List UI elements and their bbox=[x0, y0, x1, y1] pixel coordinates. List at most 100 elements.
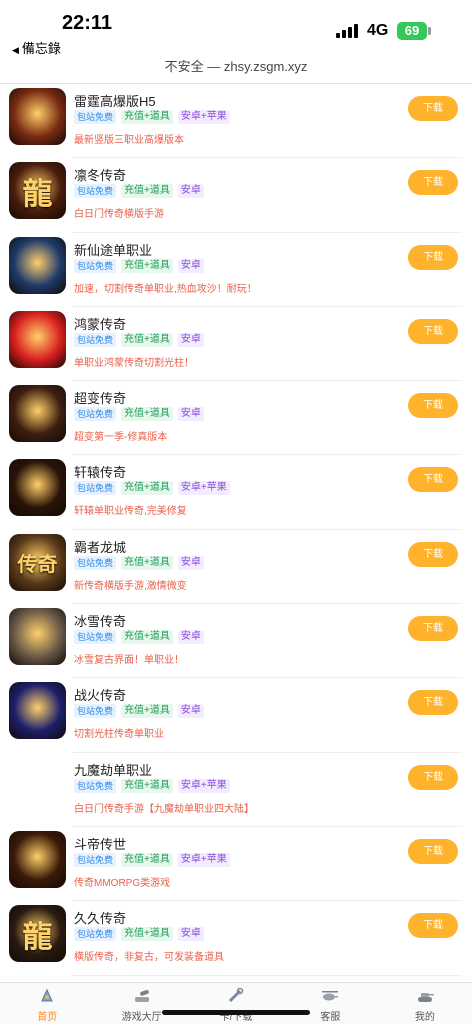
network-type: 4G bbox=[367, 22, 389, 39]
game-tags: 包站免费 充值+道具 安卓+苹果 bbox=[74, 778, 230, 793]
game-name: 鸿蒙传奇 bbox=[74, 316, 127, 332]
game-tag: 充值+道具 bbox=[121, 184, 173, 199]
tab-item[interactable]: 我的 bbox=[378, 983, 472, 1024]
game-tag: 包站免费 bbox=[74, 778, 117, 793]
download-button[interactable]: 下载 bbox=[408, 838, 458, 864]
game-name: 超变传奇 bbox=[74, 391, 127, 407]
game-tag: 充值+道具 bbox=[121, 110, 173, 124]
download-button[interactable]: 下载 bbox=[408, 244, 458, 270]
game-description: 单职业鸿蒙传奇切割光柱！ bbox=[74, 357, 194, 369]
game-tag: 安卓 bbox=[177, 704, 204, 719]
game-description: 白日门传奇手游【九魔劫单职业四大陆】 bbox=[74, 803, 254, 815]
download-button[interactable]: 下载 bbox=[408, 393, 458, 419]
game-tag: 充值+道具 bbox=[121, 778, 173, 793]
game-list-item[interactable]: 龍久久传奇 包站免费 充值+道具 安卓横版传奇，非复古，可发装备道具 下载 bbox=[0, 901, 472, 976]
status-bar: 22:11 ◀ 備忘錄 4G 69 bbox=[0, 0, 472, 56]
game-icon[interactable] bbox=[9, 385, 66, 443]
game-list-item[interactable]: 传奇 霸者龙城 包站免费 充值+道具 安卓 新传奇横版手游,激情微变 下载 bbox=[0, 530, 472, 605]
game-icon[interactable] bbox=[9, 608, 66, 666]
game-tag: 充值+道具 bbox=[121, 630, 173, 645]
cannon-icon bbox=[133, 988, 151, 1004]
game-icon[interactable] bbox=[9, 682, 66, 740]
game-name: 霸者龙城 bbox=[74, 539, 127, 555]
game-list-item[interactable]: 九魔劫单职业 包站免费 充值+道具 安卓+苹果白日门传奇手游【九魔劫单职业四大陆】 下载 bbox=[0, 753, 472, 828]
tab-item[interactable]: 卡/下载 bbox=[189, 983, 283, 1024]
tab-item[interactable]: 客服 bbox=[283, 983, 377, 1024]
game-description: 横版传奇，非复古，可发装备道具 bbox=[74, 952, 224, 964]
game-tag: 包站免费 bbox=[74, 630, 117, 645]
game-icon[interactable] bbox=[9, 236, 66, 294]
download-button[interactable]: 下载 bbox=[408, 616, 458, 642]
game-icon[interactable] bbox=[9, 459, 66, 517]
game-list: 雷霆高爆版H5 包站免费 充值+道具 安卓+苹果 最新竖版三职业高爆版本 下载龍凛冬传奇包… bbox=[0, 84, 472, 976]
download-button[interactable]: 下载 bbox=[408, 318, 458, 344]
game-tag: 安卓+苹果 bbox=[177, 110, 230, 124]
game-tag: 安卓+苹果 bbox=[177, 852, 230, 867]
game-icon[interactable] bbox=[9, 830, 66, 888]
game-name: 雷霆高爆版H5 bbox=[74, 94, 156, 109]
game-description: 加速，切割传奇单职业,热血攻沙！耐玩！ bbox=[74, 283, 257, 295]
game-tags: 包站免费 充值+道具 安卓 bbox=[74, 630, 204, 645]
game-tags: 包站免费 充值+道具 安卓 bbox=[74, 704, 204, 719]
wrench-icon bbox=[227, 987, 245, 1004]
game-tag: 充值+道具 bbox=[121, 927, 173, 942]
game-tag: 充值+道具 bbox=[121, 852, 173, 867]
cellular-signal-icon bbox=[336, 24, 360, 38]
game-tag: 安卓 bbox=[177, 555, 204, 570]
game-name: 战火传奇 bbox=[74, 688, 127, 704]
game-tag: 包站免费 bbox=[74, 852, 117, 867]
game-icon[interactable]: 龍 bbox=[9, 162, 66, 220]
download-button[interactable]: 下载 bbox=[408, 170, 458, 196]
game-name: 轩辕传奇 bbox=[74, 465, 127, 481]
game-list-item[interactable]: 新仙途单职业 包站免费 充值+道具 安卓 加速，切割传奇单职业,热血攻沙！耐玩！ 下载 bbox=[0, 233, 472, 308]
game-list-item[interactable]: 雷霆高爆版H5 包站免费 充值+道具 安卓+苹果 最新竖版三职业高爆版本 下载 bbox=[0, 84, 472, 159]
game-tags: 包站免费 充值+道具 安卓+苹果 bbox=[74, 852, 230, 867]
download-button[interactable]: 下载 bbox=[408, 764, 458, 790]
game-icon[interactable] bbox=[9, 88, 66, 145]
game-list-item[interactable]: 轩辕传奇 包站免费 充值+道具 安卓+苹果 轩辕单职业传奇,完美修复 下载 bbox=[0, 455, 472, 531]
game-tag: 包站免费 bbox=[74, 481, 117, 496]
tab-item[interactable]: 游戏大厅 bbox=[94, 983, 188, 1024]
back-triangle-icon: ◀ bbox=[12, 45, 19, 55]
game-tag: 安卓 bbox=[177, 927, 204, 942]
download-button[interactable]: 下载 bbox=[408, 96, 458, 121]
game-description: 超变第一季-修真版本 bbox=[74, 432, 168, 444]
game-tag: 包站免费 bbox=[74, 704, 117, 719]
game-tag: 包站免费 bbox=[74, 332, 117, 347]
game-tags: 包站免费 充值+道具 安卓 bbox=[74, 927, 204, 942]
game-tags: 包站免费 充值+道具 安卓 bbox=[74, 407, 204, 422]
game-tag: 包站免费 bbox=[74, 927, 117, 942]
game-icon[interactable]: 传奇 bbox=[9, 533, 66, 591]
game-tag: 充值+道具 bbox=[121, 258, 173, 273]
game-tag: 安卓+苹果 bbox=[177, 481, 230, 496]
game-icon[interactable] bbox=[9, 310, 66, 368]
game-tag: 安卓 bbox=[177, 407, 204, 422]
game-list-item[interactable]: 战火传奇 包站免费 充值+道具 安卓 切割光柱传奇单职业 下载 bbox=[0, 678, 472, 753]
game-icon[interactable] bbox=[9, 756, 66, 814]
download-button[interactable]: 下载 bbox=[408, 467, 458, 493]
game-name: 九魔劫单职业 bbox=[74, 762, 153, 778]
game-name: 新仙途单职业 bbox=[74, 242, 153, 258]
game-list-item[interactable]: 斗帝传世 包站免费 充值+道具 安卓+苹果 传奇MMORPG类游戏 下载 bbox=[0, 827, 472, 902]
home-indicator[interactable] bbox=[162, 1010, 310, 1015]
game-tag: 包站免费 bbox=[74, 258, 117, 273]
game-tag: 包站免费 bbox=[74, 555, 117, 570]
download-button[interactable]: 下载 bbox=[408, 913, 458, 939]
game-tags: 包站免费 充值+道具 安卓 bbox=[74, 555, 204, 570]
tab-item[interactable]: 首页 bbox=[0, 983, 94, 1024]
game-description: 传奇MMORPG类游戏 bbox=[74, 877, 171, 889]
address-bar[interactable]: 不安全 — zhsy.zsgm.xyz bbox=[0, 56, 472, 84]
game-tag: 充值+道具 bbox=[121, 704, 173, 719]
game-tag: 安卓 bbox=[177, 184, 204, 199]
game-list-item[interactable]: 超变传奇 包站免费 充值+道具 安卓 超变第一季-修真版本 下载 bbox=[0, 381, 472, 456]
game-list-item[interactable]: 冰雪传奇 包站免费 充值+道具 安卓 冰雪复古界面！单职业！ 下载 bbox=[0, 604, 472, 679]
game-name: 久久传奇 bbox=[74, 911, 127, 927]
download-button[interactable]: 下载 bbox=[408, 690, 458, 716]
game-list-item[interactable]: 鸿蒙传奇 包站免费 充值+道具 安卓 单职业鸿蒙传奇切割光柱！ 下载 bbox=[0, 307, 472, 382]
download-button[interactable]: 下载 bbox=[408, 541, 458, 567]
game-icon[interactable]: 龍 bbox=[9, 905, 66, 963]
game-tag: 充值+道具 bbox=[121, 332, 173, 347]
game-description: 切割光柱传奇单职业 bbox=[74, 729, 164, 741]
game-list-item[interactable]: 龍凛冬传奇 包站免费 充值+道具 安卓 白日门传奇横版手游 下载 bbox=[0, 158, 472, 233]
back-to-app-link[interactable]: ◀ 備忘錄 bbox=[12, 38, 61, 57]
